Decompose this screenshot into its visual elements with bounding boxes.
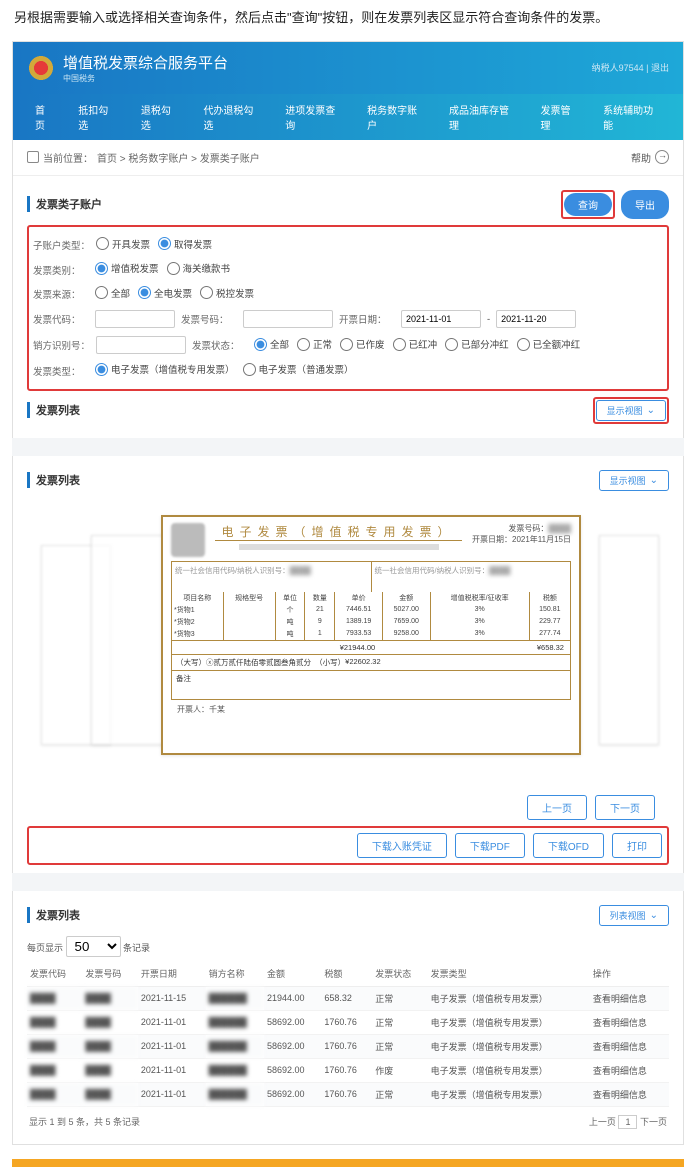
date-to-input[interactable] [496,310,576,328]
tax-logo-icon [27,54,55,82]
nav-item[interactable]: 税务数字账户 [355,94,437,140]
nav-item[interactable]: 进项发票查询 [273,94,355,140]
page-size-select[interactable]: 50 [66,936,121,957]
intro-text: 另根据需要输入或选择相关查询条件，然后点击"查询"按钮，则在发票列表区显示符合查… [0,0,696,37]
qr-placeholder [239,544,439,550]
radio-option[interactable]: 已部分冲红 [445,337,509,351]
table-row[interactable]: ████████2021-11-01██████58692.001760.76正… [27,1082,669,1106]
table-summary: 显示 1 到 5 条，共 5 条记录 [29,1115,140,1128]
list-view-button[interactable]: 列表视图 [599,905,669,926]
help-button[interactable]: 帮助 [631,150,669,165]
seller-id-input[interactable] [96,336,186,354]
table-row[interactable]: ████████2021-11-01██████58692.001760.76正… [27,1034,669,1058]
table-row[interactable]: ████████2021-11-01██████58692.001760.76正… [27,1010,669,1034]
buyer-box: 统一社会信用代码/纳税人识别号：████ [172,562,372,592]
radio-option[interactable]: 开具发票 [96,237,150,251]
action-button[interactable]: 打印 [612,833,662,858]
chevron-down-icon [647,405,655,416]
breadcrumb: 当前位置： 首页 > 税务数字账户 > 发票类子账户 [27,150,260,165]
logout-link[interactable]: 退出 [651,63,669,73]
pager-prev[interactable]: 上一页 [589,1117,616,1127]
view-detail-link[interactable]: 查看明细信息 [590,1082,669,1106]
nav-item[interactable]: 首页 [23,94,66,140]
section-gap [12,438,684,456]
chevron-down-icon [650,910,658,921]
radio-option[interactable]: 全部 [254,337,289,351]
form-section-title: 发票类子账户 [27,196,102,212]
invoice-card-main[interactable]: 电子发票（增值税专用发票） 发票号码：████ 开票日期：2021年11月15日… [161,515,581,755]
radio-option[interactable]: 增值税发票 [95,261,159,275]
invoice-table: 发票代码发票号码开票日期销方名称金额税额发票状态发票类型操作████████20… [27,961,669,1107]
list-title-3: 发票列表 [27,907,80,923]
seal-icon [171,523,205,557]
radio-option[interactable]: 海关缴款书 [167,261,231,275]
radio-option[interactable]: 全电发票 [138,286,192,300]
radio-option[interactable]: 全部 [95,286,130,300]
invoice-card-bg [91,535,171,745]
radio-option[interactable]: 取得发票 [158,237,212,251]
list-title-1: 发票列表 [27,402,80,418]
invoice-preview: 电子发票（增值税专用发票） 发票号码：████ 开票日期：2021年11月15日… [31,505,665,775]
header-user: 纳税人97544 | 退出 [592,61,669,74]
export-button[interactable]: 导出 [621,190,669,219]
view-detail-link[interactable]: 查看明细信息 [590,1058,669,1082]
view-detail-link[interactable]: 查看明细信息 [590,986,669,1010]
view-detail-link[interactable]: 查看明细信息 [590,1010,669,1034]
query-form: 子账户类型：开具发票取得发票 发票类别：增值税发票海关缴款书 发票来源：全部全电… [27,225,669,391]
nav-item[interactable]: 退税勾选 [129,94,192,140]
table-row[interactable]: ████████2021-11-01██████58692.001760.76作… [27,1058,669,1082]
radio-option[interactable]: 已全额冲红 [517,337,581,351]
seller-box: 统一社会信用代码/纳税人识别号：████ [372,562,571,592]
footer-bar [12,1159,684,1167]
arrow-circle-icon [655,150,669,164]
app-frame: 增值税发票综合服务平台 中国税务 纳税人97544 | 退出 首页抵扣勾选退税勾… [12,41,684,1145]
view-detail-link[interactable]: 查看明细信息 [590,1034,669,1058]
pager-current: 1 [618,1115,637,1129]
action-button[interactable]: 下载OFD [533,833,604,858]
nav-item[interactable]: 发票管理 [529,94,592,140]
pager-next[interactable]: 下一页 [640,1117,667,1127]
main-nav: 首页抵扣勾选退税勾选代办退税勾选进项发票查询税务数字账户成品油库存管理发票管理系… [13,94,683,140]
display-view-button-2[interactable]: 显示视图 [599,470,669,491]
radio-option[interactable]: 税控发票 [200,286,254,300]
action-button[interactable]: 下载PDF [455,833,525,858]
table-row[interactable]: ████████2021-11-15██████21944.00658.32正常… [27,986,669,1010]
list-title-2: 发票列表 [27,472,80,488]
app-org: 中国税务 [63,73,228,84]
radio-option[interactable]: 电子发票（普通发票） [243,362,354,376]
nav-item[interactable]: 抵扣勾选 [66,94,129,140]
app-title: 增值税发票综合服务平台 [63,52,228,73]
chevron-down-icon [650,475,658,486]
radio-option[interactable]: 正常 [297,337,332,351]
nav-item[interactable]: 系统辅助功能 [591,94,673,140]
nav-item[interactable]: 成品油库存管理 [437,94,529,140]
nav-item[interactable]: 代办退税勾选 [191,94,273,140]
invoice-num-input[interactable] [243,310,333,328]
radio-option[interactable]: 电子发票（增值税专用发票） [95,362,235,376]
section-gap [12,873,684,891]
invoice-card-bg [599,535,659,745]
invoice-title: 电子发票（增值税专用发票） [215,523,461,541]
display-view-button[interactable]: 显示视图 [596,400,666,421]
invoice-code-input[interactable] [95,310,175,328]
prev-page-button[interactable]: 上一页 [527,795,587,820]
next-page-button[interactable]: 下一页 [595,795,655,820]
query-button[interactable]: 查询 [564,193,612,216]
location-icon [27,151,39,163]
radio-option[interactable]: 已红冲 [393,337,438,351]
header: 增值税发票综合服务平台 中国税务 纳税人97544 | 退出 [13,42,683,94]
date-from-input[interactable] [401,310,481,328]
action-button[interactable]: 下载入账凭证 [357,833,447,858]
radio-option[interactable]: 已作废 [340,337,385,351]
